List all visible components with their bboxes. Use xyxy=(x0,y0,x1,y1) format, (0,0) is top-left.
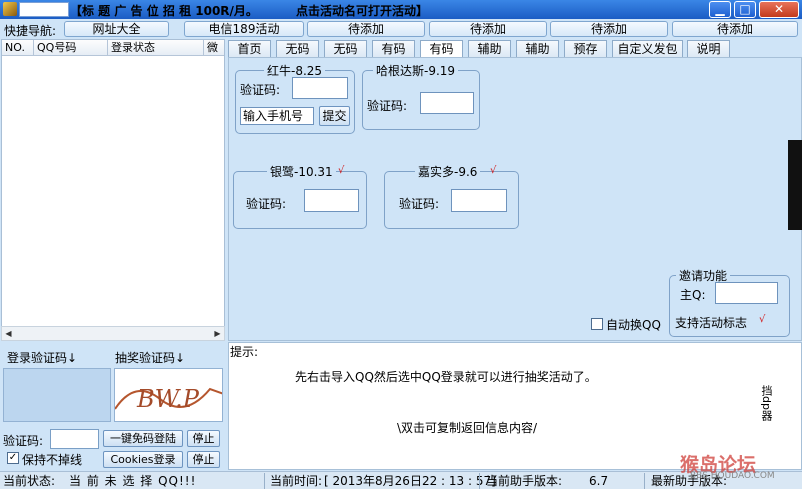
minimize-button[interactable]: ▁ xyxy=(709,1,731,18)
tab-about[interactable]: 说明 xyxy=(687,40,730,57)
carrefour-captcha-input[interactable] xyxy=(451,189,507,212)
maximize-button[interactable]: □ xyxy=(734,1,756,18)
cookies-login-button[interactable]: Cookies登录 xyxy=(103,451,183,468)
group-yinlu: 银鹭-10.31 √ 验证码: xyxy=(233,163,367,229)
app-icon xyxy=(3,2,17,16)
group-haagen: 哈根达斯-9.19 验证码: xyxy=(362,62,480,130)
quick-nav-label: 快捷导航: xyxy=(4,24,57,38)
col-status[interactable]: 登录状态 xyxy=(108,40,204,55)
login-captcha-label: 登录验证码↓ xyxy=(7,351,78,365)
window-edge xyxy=(788,140,802,230)
status-time-label: 当前时间: xyxy=(270,474,323,488)
carrefour-title[interactable]: 嘉实多-9.6 xyxy=(415,163,481,180)
qq-list[interactable]: NO. QQ号码 登录状态 微 xyxy=(1,39,225,341)
col-extra[interactable]: 微 xyxy=(204,40,224,55)
tab-bar: 首页 无码 无码 有码 有码 辅助 辅助 预存 自定义发包 说明 xyxy=(228,40,802,57)
main-area: NO. QQ号码 登录状态 微 ◀ ▶ 登录验证码↓ 抽奖验证码↓ BW.P 验… xyxy=(0,39,802,471)
watermark-url: BBS.HOUDAO.COM xyxy=(690,471,775,481)
auto-switch-label: 自动换QQ xyxy=(606,318,661,332)
col-qq[interactable]: QQ号码 xyxy=(34,40,108,55)
lottery-captcha-label: 抽奖验证码↓ xyxy=(115,351,186,365)
invite-main-qq-input[interactable] xyxy=(715,282,778,304)
invite-main-qq-label: 主Q: xyxy=(680,288,706,302)
qq-list-header: NO. QQ号码 登录状态 微 xyxy=(2,40,224,56)
tip-message: 先右击导入QQ然后选中QQ登录就可以进行抽奖活动了。 xyxy=(295,370,597,384)
activity-hint: 点击活动名可打开活动】 xyxy=(296,4,429,18)
nav-button-telecom[interactable]: 电信189活动 xyxy=(184,21,304,37)
keep-online-checkbox[interactable]: ✓ xyxy=(7,452,19,464)
lottery-captcha-image[interactable]: BW.P xyxy=(114,368,223,422)
close-button[interactable]: ✕ xyxy=(759,1,799,18)
carrefour-captcha-label: 验证码: xyxy=(399,197,440,211)
nav-button-pending-4[interactable]: 待添加 xyxy=(672,21,798,37)
yinlu-check-icon: √ xyxy=(338,165,345,176)
haagen-captcha-label: 验证码: xyxy=(367,99,408,113)
tab-home[interactable]: 首页 xyxy=(228,40,271,57)
status-time-value: [ 2013年8月26日22 : 13 : 57] xyxy=(324,474,496,488)
captcha-input-label: 验证码: xyxy=(3,434,44,448)
yinlu-title[interactable]: 银鹭-10.31 xyxy=(267,163,336,180)
tab-code-2[interactable]: 有码 xyxy=(420,40,463,57)
scroll-left-icon[interactable]: ◀ xyxy=(2,327,15,340)
redbull-captcha-label: 验证码: xyxy=(240,83,281,97)
haagen-title[interactable]: 哈根达斯-9.19 xyxy=(373,62,459,79)
carrefour-check-icon: √ xyxy=(490,165,497,176)
yinlu-captcha-label: 验证码: xyxy=(246,197,287,211)
group-invite: 邀请功能 主Q: 支持活动标志 √ xyxy=(669,267,790,337)
nav-button-sites[interactable]: 网址大全 xyxy=(64,21,169,37)
haagen-captcha-input[interactable] xyxy=(420,92,474,114)
nav-button-pending-2[interactable]: 待添加 xyxy=(429,21,547,37)
captcha-graphic: BW.P xyxy=(115,385,222,413)
tab-prestore[interactable]: 预存 xyxy=(564,40,607,57)
tip-copy-hint: \双击可复制返回信息内容/ xyxy=(397,421,538,435)
invite-support-check-icon: √ xyxy=(759,314,766,325)
tip-side-text: 挡dp器 xyxy=(760,385,773,421)
nav-button-pending-3[interactable]: 待添加 xyxy=(550,21,668,37)
tab-assist-2[interactable]: 辅助 xyxy=(516,40,559,57)
captcha-panel: 登录验证码↓ 抽奖验证码↓ BW.P 验证码: 一键免码登陆 停止 ✓ 保持不掉… xyxy=(1,344,225,470)
title-bar: 【标 题 广 告 位 招 租 100R/月。 点击活动名可打开活动】 ▁ □ ✕ xyxy=(0,0,802,19)
free-login-button[interactable]: 一键免码登陆 xyxy=(103,430,183,447)
tab-assist-1[interactable]: 辅助 xyxy=(468,40,511,57)
tab-nocode-1[interactable]: 无码 xyxy=(276,40,319,57)
status-version-value: 6.7 xyxy=(589,474,609,488)
status-version-label: 当前助手版本: xyxy=(486,474,563,488)
status-state-value: 当 前 未 选 择 QQ!!! xyxy=(69,474,197,488)
qq-list-scrollbar[interactable]: ◀ ▶ xyxy=(1,326,225,341)
auto-switch-checkbox[interactable] xyxy=(591,318,603,330)
title-input[interactable] xyxy=(19,2,69,17)
status-state-label: 当前状态: xyxy=(3,474,56,488)
stop-button-2[interactable]: 停止 xyxy=(187,451,220,468)
group-carrefour: 嘉实多-9.6 √ 验证码: xyxy=(384,163,519,229)
redbull-captcha-input[interactable] xyxy=(292,77,348,99)
tab-nocode-2[interactable]: 无码 xyxy=(324,40,367,57)
col-no[interactable]: NO. xyxy=(2,40,34,55)
tab-code-1[interactable]: 有码 xyxy=(372,40,415,57)
scroll-right-icon[interactable]: ▶ xyxy=(211,327,224,340)
keep-online-label: 保持不掉线 xyxy=(22,453,83,467)
tab-content: 红牛-8.25 验证码: 输入手机号 提交 哈根达斯-9.19 验证码: 银鹭-… xyxy=(228,57,802,341)
yinlu-captcha-input[interactable] xyxy=(304,189,359,212)
invite-support-label: 支持活动标志 xyxy=(675,316,748,330)
tip-label: 提示: xyxy=(230,345,259,359)
redbull-phone-input[interactable]: 输入手机号 xyxy=(240,107,314,125)
window-title: 【标 题 广 告 位 招 租 100R/月。 xyxy=(70,4,258,18)
stop-button-1[interactable]: 停止 xyxy=(187,430,220,447)
redbull-submit-button[interactable]: 提交 xyxy=(319,106,350,126)
login-captcha-image[interactable] xyxy=(3,368,111,422)
nav-button-pending-1[interactable]: 待添加 xyxy=(307,21,425,37)
tab-custom-packet[interactable]: 自定义发包 xyxy=(612,40,683,57)
quick-nav: 快捷导航: 网址大全 电信189活动 待添加 待添加 待添加 待添加 xyxy=(0,19,802,39)
status-separator xyxy=(644,473,645,489)
captcha-input[interactable] xyxy=(50,429,99,449)
status-separator xyxy=(479,473,480,489)
captcha-text: BW.P xyxy=(136,385,200,413)
status-separator xyxy=(264,473,265,489)
group-redbull: 红牛-8.25 验证码: 输入手机号 提交 xyxy=(235,62,355,134)
